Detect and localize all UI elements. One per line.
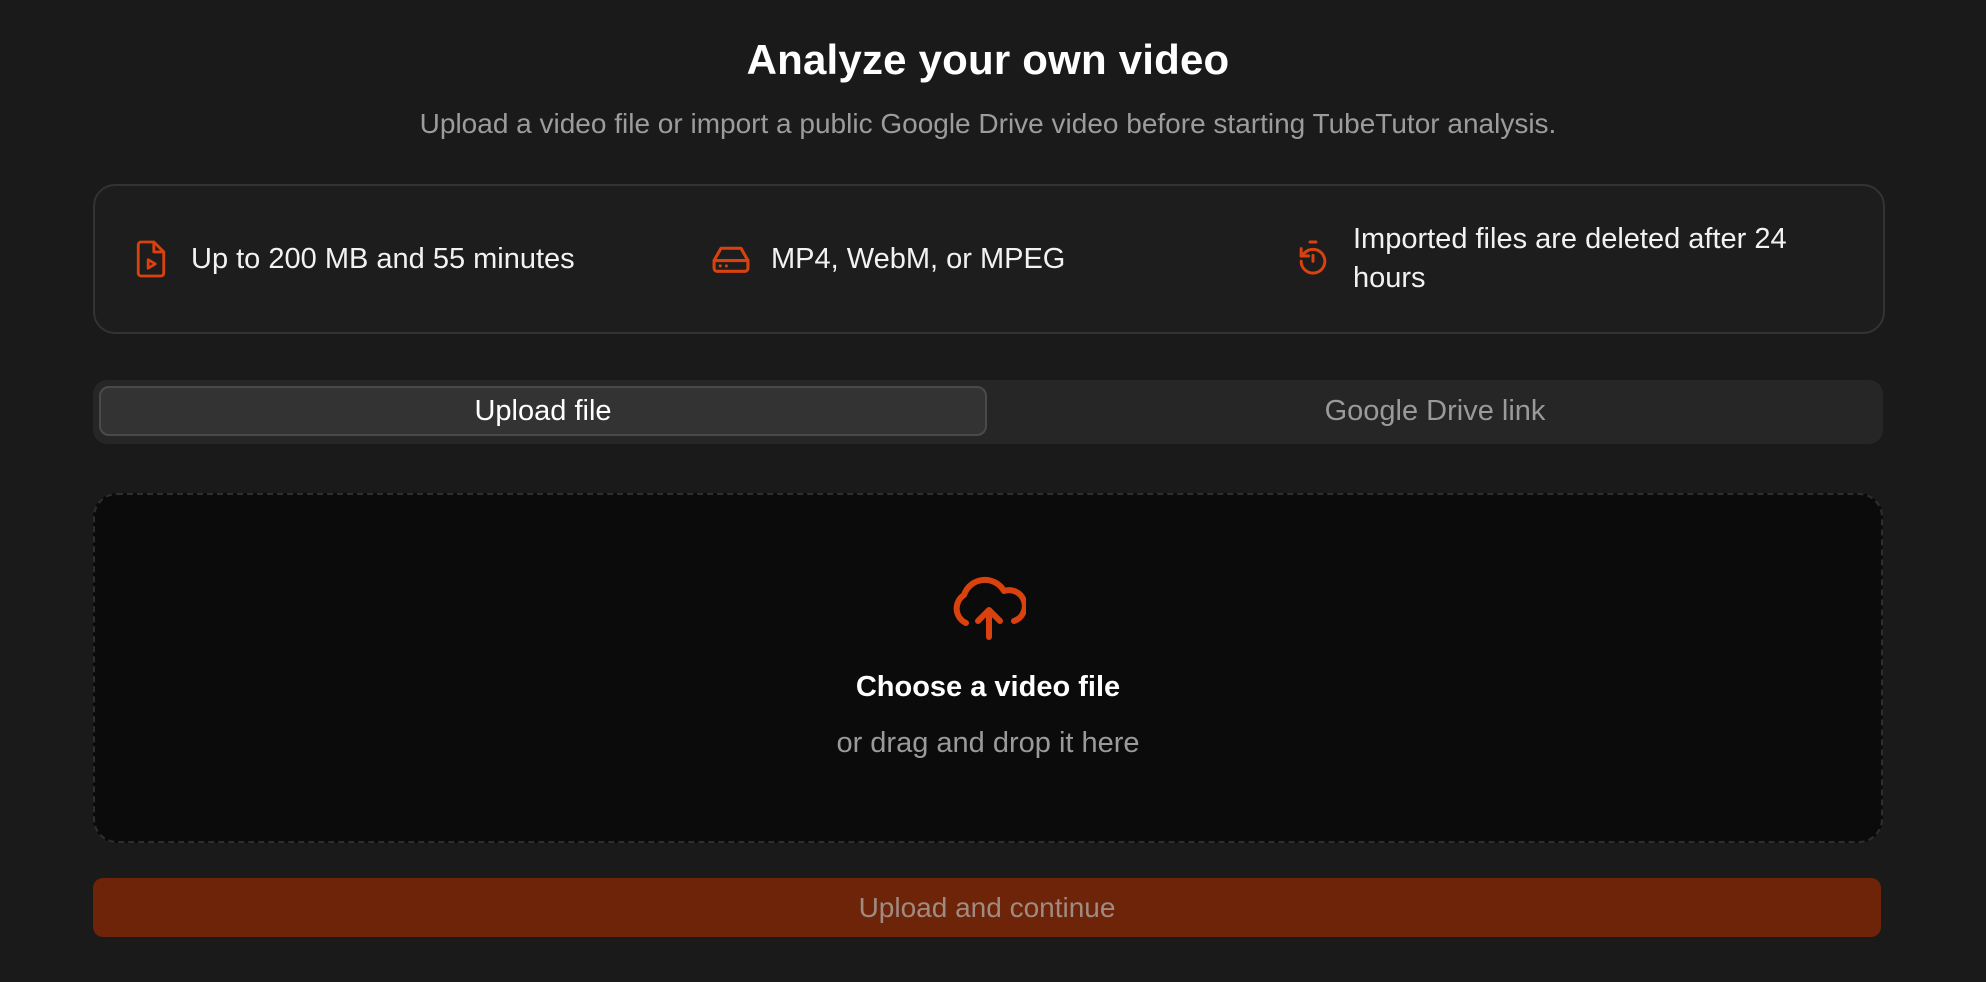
info-item-retention: Imported files are deleted after 24 hour… bbox=[1293, 186, 1833, 332]
info-retention-text: Imported files are deleted after 24 hour… bbox=[1353, 223, 1787, 294]
tab-upload-file[interactable]: Upload file bbox=[99, 386, 987, 436]
file-dropzone[interactable]: Choose a video file or drag and drop it … bbox=[93, 493, 1883, 843]
info-item-size-limit: Up to 200 MB and 55 minutes bbox=[131, 186, 575, 332]
limits-info-panel: Up to 200 MB and 55 minutes MP4, WebM, o… bbox=[93, 184, 1885, 334]
tab-google-drive-link[interactable]: Google Drive link bbox=[993, 386, 1877, 436]
info-item-formats: MP4, WebM, or MPEG bbox=[711, 186, 1065, 332]
page-title: Analyze your own video bbox=[746, 36, 1230, 83]
page-subtitle: Upload a video file or import a public G… bbox=[419, 108, 1557, 139]
hard-drive-icon bbox=[711, 239, 751, 279]
dropzone-title: Choose a video file bbox=[855, 671, 1121, 703]
file-video-icon bbox=[131, 239, 171, 279]
info-formats-text: MP4, WebM, or MPEG bbox=[771, 242, 1066, 275]
info-size-limit-text: Up to 200 MB and 55 minutes bbox=[191, 242, 575, 275]
dropzone-subtitle: or drag and drop it here bbox=[836, 727, 1140, 759]
timer-reset-icon bbox=[1293, 239, 1333, 279]
source-tabs: Upload file Google Drive link bbox=[93, 380, 1883, 444]
cloud-upload-icon bbox=[952, 575, 1028, 641]
upload-and-continue-button[interactable]: Upload and continue bbox=[93, 878, 1881, 937]
